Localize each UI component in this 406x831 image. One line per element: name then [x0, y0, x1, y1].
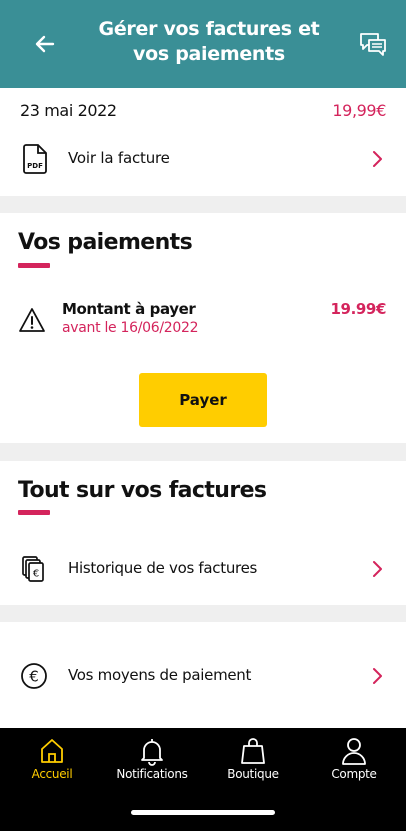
arrow-left-icon[interactable] — [33, 32, 57, 56]
invoice-date: 23 mai 2022 — [20, 101, 117, 120]
pdf-file-icon: PDF — [23, 144, 47, 174]
amount-due-row: Montant à payer avant le 16/06/2022 19.9… — [0, 295, 406, 355]
invoice-history-row[interactable]: € Historique de vos factures — [0, 547, 406, 591]
section-underline — [18, 263, 50, 268]
payments-section-title: Vos paiements — [18, 230, 193, 255]
section-divider — [0, 443, 406, 461]
section-underline — [18, 510, 50, 515]
invoice-history-icon: € — [22, 556, 44, 582]
tab-label: Compte — [331, 767, 377, 781]
top-app-bar: Gérer vos factures et vos paiements — [0, 0, 406, 88]
tab-label: Accueil — [31, 767, 73, 781]
warning-icon — [19, 308, 45, 332]
tab-notifications[interactable]: Notifications — [107, 736, 197, 781]
payment-methods-label: Vos moyens de paiement — [68, 666, 252, 684]
invoice-history-label: Historique de vos factures — [68, 559, 258, 577]
payment-methods-row[interactable]: € Vos moyens de paiement — [0, 654, 406, 698]
svg-text:€: € — [33, 569, 39, 580]
invoice-summary-row: 23 mai 2022 19,99€ — [0, 92, 406, 128]
chat-bubbles-icon[interactable] — [358, 30, 388, 60]
view-invoice-label: Voir la facture — [68, 149, 170, 167]
chevron-right-icon — [373, 561, 382, 577]
svg-text:PDF: PDF — [27, 162, 43, 170]
tab-boutique[interactable]: Boutique — [208, 736, 298, 781]
section-divider — [0, 196, 406, 213]
tab-label: Notifications — [116, 767, 188, 781]
amount-due-title: Montant à payer — [62, 300, 196, 318]
bottom-tab-bar: Accueil Notifications Boutique Compte — [0, 728, 406, 831]
chevron-right-icon — [373, 668, 382, 684]
amount-due-value: 19.99€ — [330, 300, 387, 318]
bell-icon — [141, 739, 163, 766]
tab-accueil[interactable]: Accueil — [7, 736, 97, 781]
pay-button[interactable]: Payer — [139, 373, 267, 427]
page-title: Gérer vos factures et vos paiements — [98, 18, 320, 65]
shopping-bag-icon — [241, 738, 265, 764]
svg-text:€: € — [29, 668, 39, 686]
invoice-amount: 19,99€ — [332, 101, 386, 120]
tab-label: Boutique — [227, 767, 279, 781]
home-icon — [41, 739, 63, 763]
section-divider — [0, 605, 406, 622]
invoices-section-title: Tout sur vos factures — [18, 478, 267, 503]
view-invoice-row[interactable]: PDF Voir la facture — [0, 135, 406, 183]
amount-due-date: avant le 16/06/2022 — [62, 320, 199, 336]
tab-compte[interactable]: Compte — [309, 736, 399, 781]
euro-circle-icon: € — [21, 663, 47, 689]
home-indicator[interactable] — [131, 810, 275, 815]
user-icon — [342, 738, 366, 765]
chevron-right-icon — [373, 151, 382, 167]
